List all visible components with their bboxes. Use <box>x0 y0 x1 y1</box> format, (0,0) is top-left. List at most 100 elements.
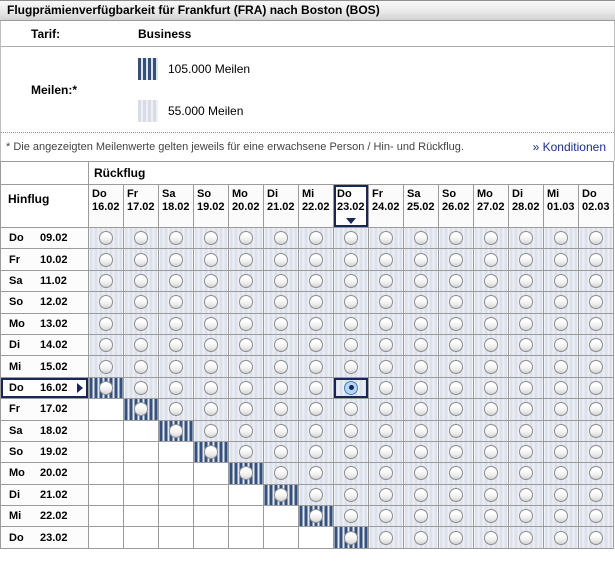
fare-radio[interactable] <box>309 445 323 459</box>
outbound-date-header-so-1902[interactable]: So19.02 <box>1 441 89 462</box>
fare-radio[interactable] <box>519 402 533 416</box>
fare-radio[interactable] <box>309 509 323 523</box>
fare-radio[interactable] <box>449 317 463 331</box>
fare-radio[interactable] <box>414 274 428 288</box>
availability-cell-55000[interactable] <box>89 249 124 270</box>
fare-radio[interactable] <box>484 253 498 267</box>
availability-cell-55000[interactable] <box>439 356 474 377</box>
outbound-date-header-mo-1302[interactable]: Mo13.02 <box>1 313 89 334</box>
availability-cell-55000[interactable] <box>264 463 299 484</box>
fare-radio[interactable] <box>239 424 253 438</box>
availability-cell-55000[interactable] <box>404 441 439 462</box>
availability-cell-55000[interactable] <box>159 228 194 249</box>
fare-radio[interactable] <box>274 253 288 267</box>
availability-cell-55000[interactable] <box>194 228 229 249</box>
availability-cell-55000[interactable] <box>124 249 159 270</box>
availability-cell-55000[interactable] <box>404 292 439 313</box>
fare-radio[interactable] <box>484 381 498 395</box>
availability-cell-55000[interactable] <box>264 334 299 355</box>
fare-radio[interactable] <box>449 381 463 395</box>
availability-cell-55000[interactable] <box>124 356 159 377</box>
fare-radio[interactable] <box>554 274 568 288</box>
availability-cell-55000[interactable] <box>369 313 404 334</box>
fare-radio[interactable] <box>274 402 288 416</box>
fare-radio[interactable] <box>484 274 498 288</box>
availability-cell-105000[interactable] <box>264 484 299 505</box>
fare-radio[interactable] <box>379 488 393 502</box>
availability-cell-105000[interactable] <box>334 527 369 548</box>
fare-radio[interactable] <box>379 402 393 416</box>
availability-cell-55000[interactable] <box>369 527 404 548</box>
availability-cell-55000[interactable] <box>194 356 229 377</box>
fare-radio[interactable] <box>449 402 463 416</box>
fare-radio[interactable] <box>169 253 183 267</box>
fare-radio[interactable] <box>519 466 533 480</box>
fare-radio[interactable] <box>519 317 533 331</box>
availability-cell-55000[interactable] <box>579 463 614 484</box>
availability-cell-55000[interactable] <box>509 313 544 334</box>
availability-cell-55000[interactable] <box>89 313 124 334</box>
fare-radio[interactable] <box>379 274 393 288</box>
availability-cell-55000[interactable] <box>369 506 404 527</box>
fare-radio[interactable] <box>449 253 463 267</box>
fare-radio[interactable] <box>519 338 533 352</box>
availability-cell-55000[interactable] <box>509 270 544 291</box>
fare-radio[interactable] <box>449 466 463 480</box>
fare-radio[interactable] <box>169 317 183 331</box>
availability-cell-55000[interactable] <box>369 484 404 505</box>
availability-cell-55000[interactable] <box>159 313 194 334</box>
fare-radio[interactable] <box>589 338 603 352</box>
fare-radio[interactable] <box>309 360 323 374</box>
availability-cell-55000[interactable] <box>579 356 614 377</box>
availability-cell-55000[interactable] <box>404 270 439 291</box>
availability-cell-55000[interactable] <box>474 463 509 484</box>
availability-cell-55000[interactable] <box>229 228 264 249</box>
fare-radio[interactable] <box>484 317 498 331</box>
availability-cell-55000[interactable] <box>439 334 474 355</box>
fare-radio[interactable] <box>414 402 428 416</box>
fare-radio[interactable] <box>379 360 393 374</box>
availability-cell-55000[interactable] <box>299 420 334 441</box>
outbound-date-header-sa-1102[interactable]: Sa11.02 <box>1 270 89 291</box>
availability-cell-55000[interactable] <box>299 399 334 420</box>
fare-radio[interactable] <box>414 445 428 459</box>
availability-cell-55000[interactable] <box>369 399 404 420</box>
fare-radio[interactable] <box>484 531 498 545</box>
availability-cell-55000[interactable] <box>369 270 404 291</box>
availability-cell-55000[interactable] <box>439 270 474 291</box>
availability-cell-55000[interactable] <box>439 420 474 441</box>
outbound-date-header-di-2102[interactable]: Di21.02 <box>1 484 89 505</box>
availability-cell-55000[interactable] <box>124 334 159 355</box>
fare-radio[interactable] <box>309 424 323 438</box>
availability-cell-55000[interactable] <box>579 292 614 313</box>
fare-radio[interactable] <box>169 381 183 395</box>
availability-cell-55000[interactable] <box>334 463 369 484</box>
fare-radio[interactable] <box>99 274 113 288</box>
fare-radio[interactable] <box>379 381 393 395</box>
availability-cell-55000[interactable] <box>299 377 334 398</box>
fare-radio[interactable] <box>274 274 288 288</box>
fare-radio[interactable] <box>589 381 603 395</box>
availability-cell-55000[interactable] <box>334 228 369 249</box>
fare-radio[interactable] <box>309 231 323 245</box>
availability-cell-55000[interactable] <box>299 292 334 313</box>
fare-radio[interactable] <box>134 295 148 309</box>
fare-radio[interactable] <box>519 274 533 288</box>
availability-cell-55000[interactable] <box>474 249 509 270</box>
availability-cell-55000[interactable] <box>264 313 299 334</box>
availability-cell-55000[interactable] <box>579 441 614 462</box>
fare-radio[interactable] <box>344 424 358 438</box>
return-date-header-do-2302[interactable]: Do23.02 <box>334 185 369 228</box>
availability-cell-55000[interactable] <box>474 420 509 441</box>
availability-cell-55000[interactable] <box>439 463 474 484</box>
availability-cell-55000[interactable] <box>264 399 299 420</box>
availability-cell-55000[interactable] <box>159 270 194 291</box>
fare-radio[interactable] <box>379 424 393 438</box>
availability-cell-55000[interactable] <box>369 463 404 484</box>
outbound-date-header-do-2302[interactable]: Do23.02 <box>1 527 89 548</box>
fare-radio[interactable] <box>449 338 463 352</box>
fare-radio[interactable] <box>519 509 533 523</box>
fare-radio[interactable] <box>204 402 218 416</box>
fare-radio[interactable] <box>589 253 603 267</box>
outbound-date-header-fr-1002[interactable]: Fr10.02 <box>1 249 89 270</box>
